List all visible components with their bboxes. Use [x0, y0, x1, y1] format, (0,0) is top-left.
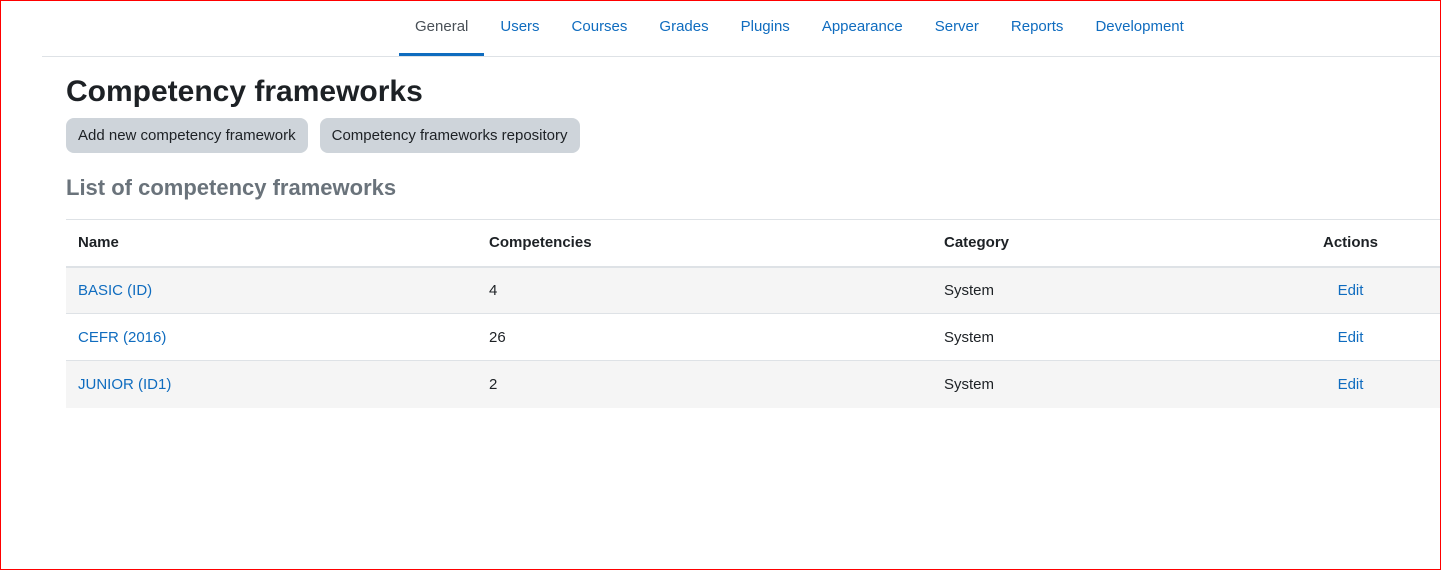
cell-category: System [932, 313, 1260, 361]
add-new-framework-button[interactable]: Add new competency framework [66, 118, 308, 153]
frameworks-repository-button[interactable]: Competency frameworks repository [319, 118, 580, 153]
framework-link-cefr[interactable]: CEFR (2016) [78, 329, 166, 346]
edit-link-basic[interactable]: Edit [1338, 282, 1364, 299]
cell-competencies: 26 [477, 313, 932, 361]
frameworks-table: Name Competencies Category Actions BASIC… [66, 219, 1441, 408]
cell-competencies: 2 [477, 360, 932, 408]
header-competencies: Competencies [477, 219, 932, 268]
cell-actions: Edit [1260, 266, 1441, 314]
edit-link-cefr[interactable]: Edit [1338, 329, 1364, 346]
cell-competencies: 4 [477, 266, 932, 314]
table-header-row: Name Competencies Category Actions [66, 219, 1441, 268]
cell-category: System [932, 360, 1260, 408]
tab-grades[interactable]: Grades [643, 0, 724, 56]
page-title: Competency frameworks [66, 75, 423, 108]
cell-actions: Edit [1260, 360, 1441, 408]
header-actions: Actions [1260, 219, 1441, 268]
table-row: JUNIOR (ID1) 2 System Edit [66, 360, 1441, 408]
nav-tabs: General Users Courses Grades Plugins App… [399, 0, 1200, 56]
admin-navigation: General Users Courses Grades Plugins App… [42, 0, 1441, 57]
framework-link-junior[interactable]: JUNIOR (ID1) [78, 376, 171, 393]
cell-category: System [932, 266, 1260, 314]
cell-name: BASIC (ID) [66, 266, 477, 314]
table-row: CEFR (2016) 26 System Edit [66, 313, 1441, 361]
tab-development[interactable]: Development [1079, 0, 1199, 56]
tab-plugins[interactable]: Plugins [725, 0, 806, 56]
header-category: Category [932, 219, 1260, 268]
tab-general[interactable]: General [399, 0, 485, 56]
header-name: Name [66, 219, 477, 268]
tab-reports[interactable]: Reports [995, 0, 1080, 56]
framework-link-basic[interactable]: BASIC (ID) [78, 282, 152, 299]
cell-actions: Edit [1260, 313, 1441, 361]
table-row: BASIC (ID) 4 System Edit [66, 266, 1441, 314]
tab-courses[interactable]: Courses [556, 0, 644, 56]
tab-server[interactable]: Server [919, 0, 995, 56]
action-buttons: Add new competency framework Competency … [66, 118, 580, 153]
edit-link-junior[interactable]: Edit [1338, 376, 1364, 393]
cell-name: CEFR (2016) [66, 313, 477, 361]
cell-name: JUNIOR (ID1) [66, 360, 477, 408]
tab-users[interactable]: Users [484, 0, 555, 56]
tab-appearance[interactable]: Appearance [806, 0, 919, 56]
section-title: List of competency frameworks [66, 175, 397, 200]
